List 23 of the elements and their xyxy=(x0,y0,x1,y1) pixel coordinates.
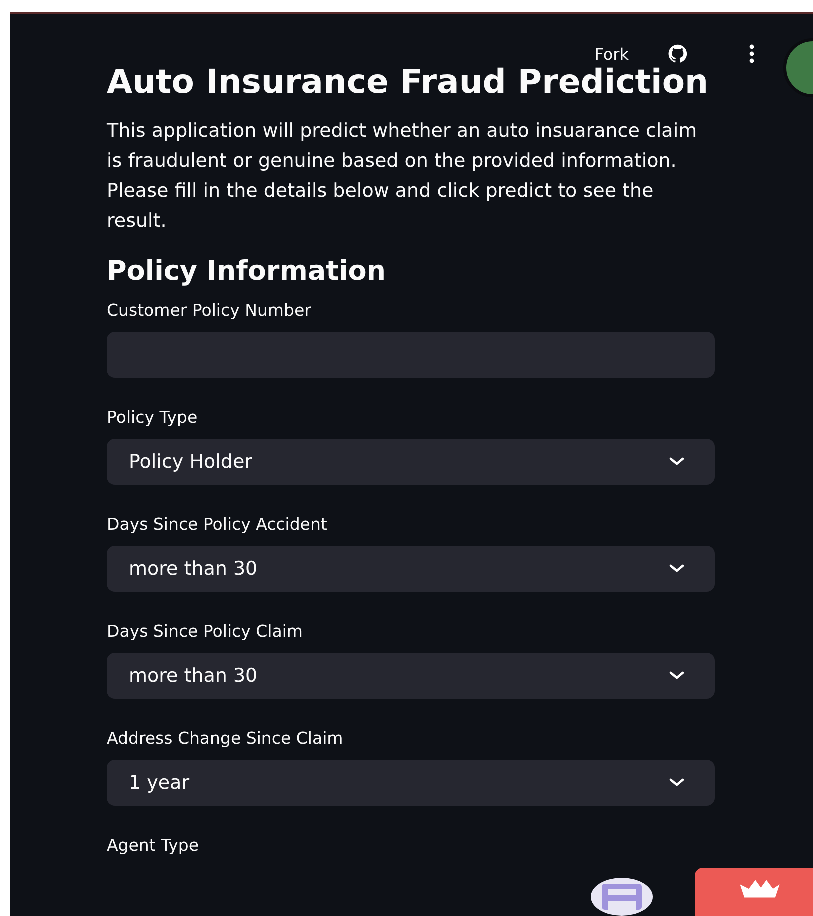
section-heading: Policy Information xyxy=(107,256,388,287)
input-field[interactable] xyxy=(107,332,715,378)
select-dropdown[interactable]: more than 30 xyxy=(107,653,715,699)
field-label: Address Change Since Claim xyxy=(107,729,344,748)
chevron-icon xyxy=(669,564,685,574)
bot-icon[interactable] xyxy=(590,877,654,916)
select-dropdown[interactable]: more than 30 xyxy=(107,546,715,592)
select-dropdown[interactable]: Policy Holder xyxy=(107,439,715,485)
chevron-icon xyxy=(669,671,685,681)
page-title: Auto Insurance Fraud Prediction xyxy=(107,62,710,102)
chevron-icon xyxy=(669,778,685,788)
select-dropdown[interactable]: 1 year xyxy=(107,760,715,806)
menu-icon[interactable] xyxy=(749,44,755,64)
chevron-icon xyxy=(669,457,685,467)
fork-link[interactable]: Fork xyxy=(594,44,629,64)
field-label: Policy Type xyxy=(107,408,199,427)
github-icon[interactable] xyxy=(667,43,689,65)
field-label: Days Since Policy Claim xyxy=(107,622,304,641)
field-label: Days Since Policy Accident xyxy=(107,515,328,534)
streamlit-badge[interactable] xyxy=(695,868,813,916)
intro-paragraph: This application will predict whether an auto insuarance claim is fraudulent or genuine based on the provided information. Please fill in the details below and click predict to see the result. xyxy=(107,119,698,234)
field-label: Agent Type xyxy=(107,836,200,855)
field-label: Customer Policy Number xyxy=(107,301,312,320)
